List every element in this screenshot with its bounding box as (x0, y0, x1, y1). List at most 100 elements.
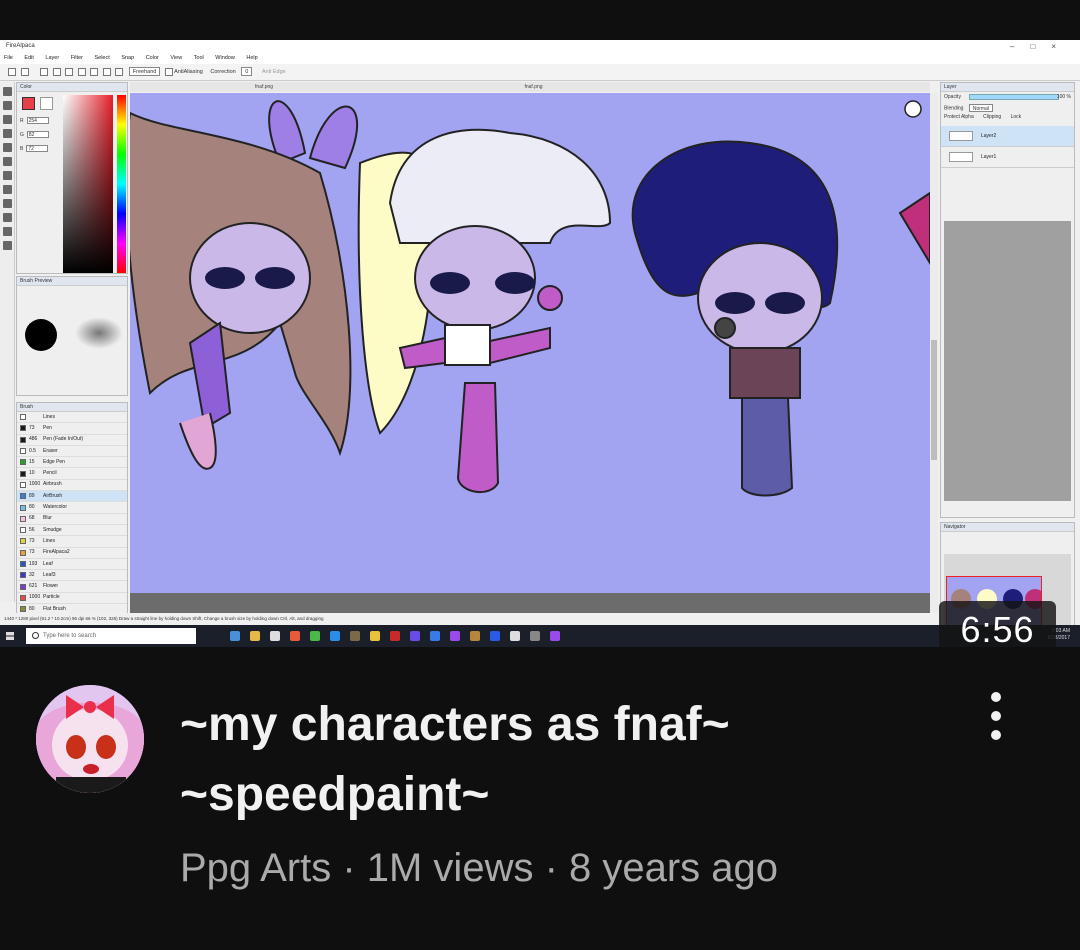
brush-color-icon (20, 527, 26, 534)
document-tab-bar: fnaf.png fnaf.png (130, 82, 930, 92)
eraser-tool-icon (3, 101, 12, 110)
brush-list: Lines 73 Pen 486 Pen (Fade In/Out) 0.5 Eraser 1… (17, 412, 127, 627)
circle-icon (102, 67, 111, 76)
brush-color-icon (20, 414, 26, 421)
brush-name: Pen (43, 424, 52, 431)
brush-color-icon (20, 561, 26, 567)
brush-name: Pen (Fade In/Out) (43, 436, 84, 443)
brush-name: Leaf3 (43, 571, 56, 578)
duration-badge: 6:56 (939, 601, 1056, 647)
brush-item: 80 Watercolor (17, 502, 127, 514)
brush-color-icon (20, 515, 26, 522)
menu-snap: Snap (121, 55, 135, 61)
lasso-tool-icon (3, 171, 12, 180)
brush-item: 0.5 Eraser (17, 446, 127, 458)
opacity-slider (969, 94, 1059, 100)
fill-tool-icon (3, 143, 12, 152)
brush-color-icon (20, 583, 26, 590)
app-icon-4 (390, 631, 400, 641)
layer-list-empty-area (944, 221, 1071, 501)
channel-avatar[interactable] (36, 685, 144, 793)
video-title-line-1: ~my characters as fnaf~ (180, 698, 730, 751)
app-toolbar: Freehand AntiAliasing Correction 0 Anti … (0, 64, 1080, 81)
upload-age: 8 years ago (569, 846, 779, 890)
canvas-scroll-thumb (931, 340, 937, 460)
brush-size: 0.5 (29, 447, 36, 454)
green-row: G 82 (20, 131, 49, 138)
brush-item: 1000 Airbrush (17, 480, 127, 492)
brush-item: 73 Pen (17, 423, 127, 435)
channel-name[interactable]: Ppg Arts (180, 846, 331, 890)
brush-color-icon (20, 549, 26, 556)
taskbar-search: Type here to search (26, 628, 196, 644)
blue-row: B 72 (20, 145, 49, 152)
snap-icon (65, 67, 74, 76)
layer-panel: Layer Opacity 100 % Blending Normal Prot… (940, 82, 1075, 518)
clipping-label: Clipping (983, 114, 1002, 120)
layer-name: Layer2 (981, 132, 997, 139)
correction-label: Correction (210, 69, 236, 75)
navigator-zoom-icons (941, 532, 1074, 550)
brush-size: 68 (29, 515, 35, 522)
brush-name: Flower (43, 583, 59, 590)
brush-item: 486 Pen (Fade In/Out) (17, 435, 127, 446)
video-metadata: Ppg Arts · 1M views · 8 years ago (180, 840, 778, 896)
green-value: 82 (26, 131, 49, 138)
menu-select: Select (94, 55, 110, 61)
opacity-row: Opacity 100 % (941, 92, 1074, 102)
layer-row: Layer2 (941, 126, 1074, 147)
menu-filter: Filter (70, 55, 83, 61)
meta-separator: · (533, 846, 569, 890)
hand-tool-icon (3, 227, 12, 236)
text-tool-icon (3, 213, 12, 222)
brush-preview-title: Brush Preview (17, 277, 127, 286)
more-options-icon[interactable] (980, 692, 1012, 752)
brush-name: AirBrush (43, 492, 63, 499)
status-bar: 1440 * 1280 pixel (91.2 * 10.2cm) 96 dpi… (0, 613, 940, 625)
app-icon-2 (330, 631, 340, 641)
brush-size: 486 (29, 436, 38, 443)
brush-name: FireAlpaca2 (43, 549, 70, 556)
drawing-canvas (130, 93, 930, 593)
chrome-icon (310, 631, 320, 641)
foreground-color-swatch (22, 97, 35, 110)
brush-name: Watercolor (43, 504, 67, 511)
video-card[interactable]: FireAlpaca –□× File Edit Layer Filter Se… (0, 0, 1080, 950)
move-tool-icon (3, 115, 12, 124)
brush-size: 193 (29, 560, 38, 567)
blue-label: B (20, 146, 24, 152)
brush-item: 73 FireAlpaca2 (17, 548, 127, 559)
curve-icon (115, 67, 124, 76)
brush-panel: Brush Lines 73 Pen 486 Pen (Fade In/Out) 0.5 E… (16, 402, 128, 634)
app-icon-3 (370, 631, 380, 641)
brush-item: 68 Blur (17, 514, 127, 525)
brush-item: 15 Edge Pen (17, 457, 127, 469)
layer-options-row: Protect Alpha Clipping Lock (941, 112, 1074, 122)
app-icon-6 (430, 631, 440, 641)
minecraft-icon (350, 631, 360, 641)
menu-window: Window (215, 55, 235, 61)
menu-file: File (4, 55, 13, 61)
app-title: FireAlpaca (6, 43, 35, 49)
video-thumbnail[interactable]: FireAlpaca –□× File Edit Layer Filter Se… (0, 40, 1080, 647)
brush-name: Smudge (43, 526, 62, 533)
brush-color-icon (20, 493, 26, 500)
prev-icon (8, 67, 16, 76)
ruler-icon (77, 67, 86, 76)
app-icon-11 (550, 631, 560, 641)
twitch-icon (450, 631, 460, 641)
video-title[interactable]: ~my characters as fnaf~ ~speedpaint~ (180, 690, 900, 830)
menu-view: View (170, 55, 183, 61)
app-icon-1 (290, 631, 300, 641)
opacity-label: Opacity (944, 94, 961, 100)
brush-name: Airbrush (43, 481, 62, 488)
brush-name: Leaf (43, 560, 53, 567)
brush-name: Eraser (43, 447, 58, 454)
brush-preview-panel: Brush Preview (16, 276, 128, 396)
select-tool-icon (3, 129, 12, 138)
brush-color-icon (20, 538, 26, 545)
video-title-line-2: ~speedpaint~ (180, 768, 490, 821)
brush-color-icon (20, 448, 26, 455)
brush-size: 621 (29, 583, 38, 590)
app-icon-5 (410, 631, 420, 641)
